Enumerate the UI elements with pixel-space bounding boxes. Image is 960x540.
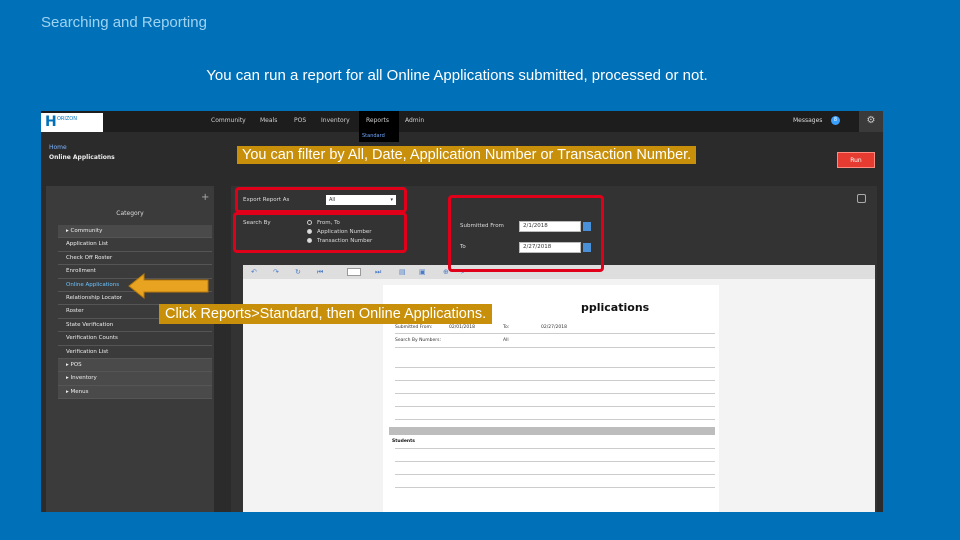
report-cell: 02/27/2018 xyxy=(541,325,567,330)
refresh-icon[interactable]: ↻ xyxy=(295,268,301,276)
messages-link[interactable]: Messages xyxy=(793,117,822,124)
callout-click: Click Reports>Standard, then Online Appl… xyxy=(159,304,493,324)
run-button[interactable]: Run xyxy=(837,152,875,168)
print-icon[interactable]: ▤ xyxy=(399,268,406,276)
chevron-right-icon: ▸ xyxy=(66,228,71,234)
nav-meals[interactable]: Meals xyxy=(260,117,277,124)
nav-community[interactable]: Community xyxy=(211,117,246,124)
section-bar: Students xyxy=(389,427,715,444)
divider xyxy=(395,487,715,488)
page-number-input[interactable] xyxy=(347,268,361,276)
divider xyxy=(395,347,715,348)
report-cell: All xyxy=(503,338,509,343)
logo-letter: H xyxy=(45,114,57,130)
divider xyxy=(395,380,715,381)
category-label: Category xyxy=(116,210,144,217)
back-icon[interactable]: ↷ xyxy=(273,268,279,276)
report-cell: 02/01/2018 xyxy=(449,325,475,330)
breadcrumb-home[interactable]: Home xyxy=(49,144,67,151)
highlight-export-box xyxy=(235,187,407,213)
sidebar-item[interactable]: ▸ POS xyxy=(58,358,212,373)
section-students: Students xyxy=(392,439,415,444)
report-viewer: ↶ ↷ ↻ ⏮ ⏭ ▤ ▣ ⊕ ⌕ pplications Submitted … xyxy=(243,265,875,512)
highlight-date-box xyxy=(448,195,604,272)
divider xyxy=(395,333,715,334)
divider xyxy=(395,367,715,368)
sidebar-item[interactable]: Check Off Roster xyxy=(58,252,212,266)
sidebar-item[interactable]: ▸ Inventory xyxy=(58,372,212,386)
page-title: Online Applications xyxy=(49,154,115,161)
chevron-right-icon: ▸ xyxy=(66,375,71,382)
export-icon[interactable]: ▣ xyxy=(419,268,426,276)
report-cell: Search By Numbers: xyxy=(395,338,442,343)
sidebar-item[interactable]: Verification List xyxy=(58,346,212,359)
divider xyxy=(395,393,715,394)
divider xyxy=(395,419,715,420)
nav-reports[interactable]: Reports xyxy=(366,117,389,124)
report-cell: To: xyxy=(503,325,510,330)
slide-title: Searching and Reporting xyxy=(41,14,207,31)
nav-inventory[interactable]: Inventory xyxy=(321,117,350,124)
sidebar-item[interactable]: ▸ Community xyxy=(58,225,212,239)
report-heading: pplications xyxy=(581,301,650,314)
chevron-right-icon: ▸ xyxy=(66,361,71,368)
horizon-logo[interactable]: H ORIZON xyxy=(41,113,103,132)
divider xyxy=(395,474,715,475)
prev-page-icon[interactable]: ⏮ xyxy=(317,268,323,277)
highlight-search-by-box xyxy=(233,212,407,253)
top-navbar: H ORIZON Community Meals POS Inventory R… xyxy=(41,111,883,132)
slide-subtitle: You can run a report for all Online Appl… xyxy=(206,67,708,84)
plus-icon[interactable]: + xyxy=(201,192,209,203)
collapse-icon[interactable] xyxy=(857,194,866,203)
divider xyxy=(395,448,715,449)
submenu-standard[interactable]: Standard xyxy=(359,132,399,142)
logo-text: ORIZON xyxy=(57,116,77,122)
first-page-icon[interactable]: ↶ xyxy=(251,268,257,276)
left-arrow-icon xyxy=(128,273,209,299)
report-cell: Submitted From: xyxy=(395,325,433,330)
divider xyxy=(395,406,715,407)
sidebar: + Category ▸ Community Application List Ch… xyxy=(46,186,214,512)
callout-filter: You can filter by All, Date, Application… xyxy=(237,146,697,164)
chevron-right-icon: ▸ xyxy=(66,388,71,395)
divider xyxy=(395,461,715,462)
nav-pos[interactable]: POS xyxy=(294,117,306,124)
last-page-icon[interactable]: ⏭ xyxy=(375,268,381,277)
sidebar-item[interactable]: ▸ Menus xyxy=(58,385,212,400)
gear-icon[interactable]: ⚙ xyxy=(859,111,883,132)
sidebar-item[interactable]: Application List xyxy=(58,238,212,252)
messages-badge: 8 xyxy=(831,116,840,125)
sidebar-item[interactable]: Verification Counts xyxy=(58,332,212,346)
nav-admin[interactable]: Admin xyxy=(405,117,424,124)
